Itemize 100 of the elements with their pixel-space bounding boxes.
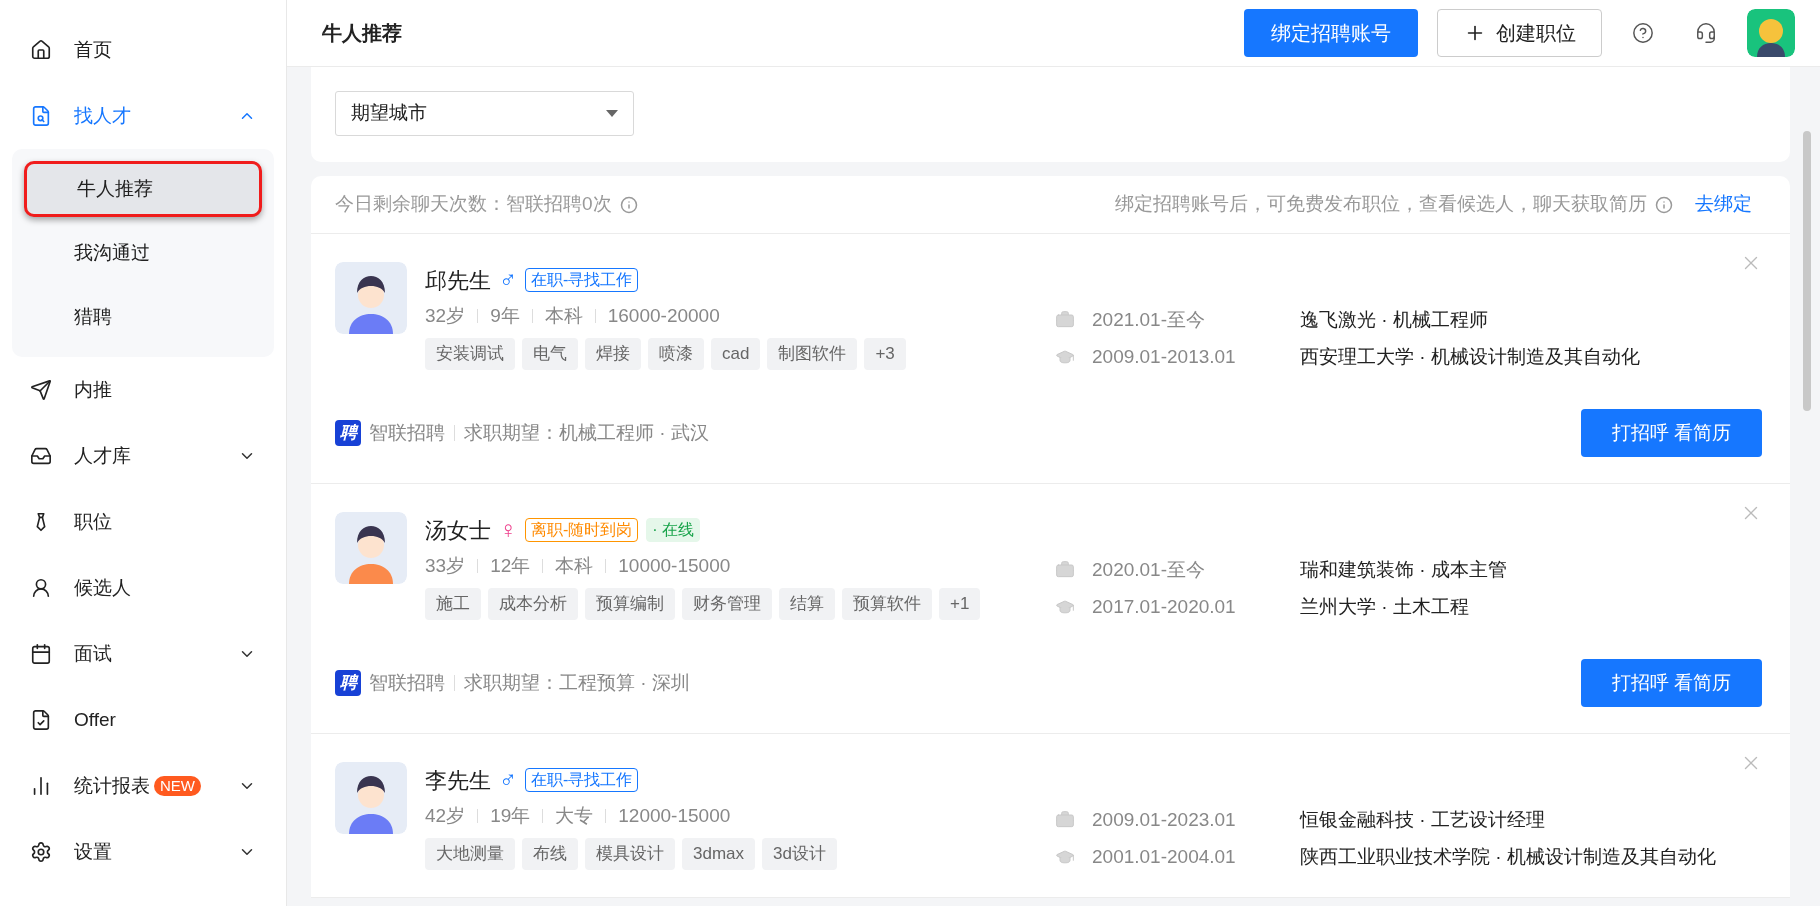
candidate-name: 邱先生: [425, 266, 491, 295]
inbox-icon: [30, 445, 52, 467]
period-text: 2009.01-2013.01: [1092, 344, 1237, 369]
candidate-info: 12000-15000: [618, 803, 731, 828]
experience-text: 逸飞激光 · 机械工程师: [1300, 307, 1488, 332]
sidebar-item[interactable]: 面试: [0, 621, 286, 687]
skill-tag: 施工: [425, 588, 481, 620]
caret-icon: [606, 109, 618, 118]
page-title: 牛人推荐: [322, 21, 402, 46]
candidate-info: 12年: [490, 553, 531, 578]
skill-tag: 模具设计: [585, 838, 675, 870]
experience-text: 陕西工业职业技术学院 · 机械设计制造及其自动化: [1300, 844, 1716, 869]
greet-button[interactable]: 打招呼 看简历: [1581, 659, 1762, 707]
skill-tag: cad: [711, 338, 761, 370]
submenu-item[interactable]: 我沟通过: [24, 225, 262, 281]
skill-tag: 预算软件: [842, 588, 932, 620]
scrollbar-thumb[interactable]: [1803, 131, 1811, 411]
bind-account-button[interactable]: 绑定招聘账号: [1244, 9, 1418, 57]
sidebar-item[interactable]: 首页: [0, 17, 286, 83]
new-badge: NEW: [154, 776, 201, 796]
user-icon: [30, 577, 52, 599]
candidate-info: 9年: [490, 303, 520, 328]
source-logo: 聘: [335, 670, 361, 696]
period-text: 2020.01-至今: [1092, 557, 1206, 582]
period-text: 2017.01-2020.01: [1092, 594, 1237, 619]
headset-icon[interactable]: [1695, 22, 1717, 44]
candidate-info: 10000-15000: [618, 553, 731, 578]
job-expectation: 求职期望：机械工程师 · 武汉: [464, 420, 709, 445]
sidebar-item[interactable]: 统计报表 NEW: [0, 753, 286, 819]
candidate-info: 42岁: [425, 803, 466, 828]
skill-tag: 结算: [779, 588, 835, 620]
period-text: 2021.01-至今: [1092, 307, 1206, 332]
skill-tag: 喷漆: [648, 338, 704, 370]
gender-symbol: ♂: [499, 265, 517, 295]
experience-text: 兰州大学 · 土木工程: [1300, 594, 1469, 619]
candidate-info: 33岁: [425, 553, 466, 578]
paper-plane-icon: [30, 379, 52, 401]
period-text: 2009.01-2023.01: [1092, 807, 1237, 832]
candidate-info: 本科: [544, 303, 583, 328]
sidebar-item[interactable]: 人才库: [0, 423, 286, 489]
city-select[interactable]: 期望城市: [335, 91, 634, 136]
job-expectation: 求职期望：工程预算 · 深圳: [464, 670, 690, 695]
file-search-icon: [30, 105, 52, 127]
greet-button[interactable]: 打招呼 看简历: [1581, 409, 1762, 457]
source-logo: 聘: [335, 420, 361, 446]
status-tag: · 在线: [646, 518, 701, 542]
candidate-name: 汤女士: [425, 516, 491, 545]
candidate-info: 19年: [490, 803, 531, 828]
info-icon[interactable]: [1655, 195, 1673, 214]
help-icon[interactable]: [1632, 22, 1654, 44]
experience-text: 恒银金融科技 · 工艺设计经理: [1300, 807, 1545, 832]
source-name: 智联招聘: [369, 420, 445, 445]
skill-tag: 制图软件: [767, 338, 858, 370]
candidate-info: 大专: [555, 803, 594, 828]
period-text: 2001.01-2004.01: [1092, 844, 1237, 869]
skill-tag: 成本分析: [488, 588, 578, 620]
status-tag: 在职-寻找工作: [525, 268, 639, 292]
experience-text: 瑞和建筑装饰 · 成本主管: [1300, 557, 1507, 582]
skill-tag: 财务管理: [682, 588, 772, 620]
skill-tag: 电气: [522, 338, 578, 370]
candidate-info: 32岁: [425, 303, 466, 328]
skill-tag: 焊接: [585, 338, 641, 370]
status-tag: 离职-随时到岗: [525, 518, 639, 542]
info-icon[interactable]: [619, 195, 638, 214]
briefcase-icon: [1055, 560, 1075, 580]
skill-tag: 3dmax: [682, 838, 756, 870]
sidebar-item[interactable]: 职位: [0, 489, 286, 555]
gender-symbol: ♂: [499, 765, 517, 795]
gender-symbol: ♀: [499, 515, 517, 545]
briefcase-icon: [1055, 810, 1075, 830]
skill-tag: 预算编制: [585, 588, 675, 620]
submenu-item[interactable]: 牛人推荐: [24, 161, 262, 217]
candidate-info: 16000-20000: [607, 303, 720, 328]
source-name: 智联招聘: [369, 670, 445, 695]
file-check-icon: [30, 709, 52, 731]
status-tag: 在职-寻找工作: [525, 768, 639, 792]
skill-tag: +3: [864, 338, 906, 370]
submenu-item[interactable]: 猎聘: [24, 289, 262, 345]
skill-tag: 安装调试: [425, 338, 515, 370]
create-position-button[interactable]: 创建职位: [1437, 9, 1602, 57]
bind-hint-text: 绑定招聘账号后，可免费发布职位，查看候选人，聊天获取简历: [1115, 192, 1647, 217]
user-avatar[interactable]: [1747, 9, 1795, 57]
quota-text: 今日剩余聊天次数：智联招聘0次: [335, 192, 612, 217]
skill-tag: +1: [939, 588, 981, 620]
experience-text: 西安理工大学 · 机械设计制造及其自动化: [1300, 344, 1640, 369]
bind-link[interactable]: 去绑定: [1695, 190, 1752, 219]
skill-tag: 大地测量: [425, 838, 515, 870]
settings-icon: [30, 841, 52, 863]
sidebar-item[interactable]: 设置: [0, 819, 286, 885]
candidate-info: 本科: [555, 553, 594, 578]
briefcase-icon: [1055, 310, 1075, 330]
skill-tag: 布线: [522, 838, 578, 870]
sidebar-item[interactable]: 候选人: [0, 555, 286, 621]
sidebar-item[interactable]: 内推: [0, 357, 286, 423]
home-icon: [30, 39, 52, 61]
sidebar-item[interactable]: 找人才: [0, 83, 286, 149]
calendar-icon: [30, 643, 52, 665]
sidebar-item[interactable]: Offer: [0, 687, 286, 753]
skill-tag: 3d设计: [762, 838, 837, 870]
candidate-name: 李先生: [425, 766, 491, 795]
